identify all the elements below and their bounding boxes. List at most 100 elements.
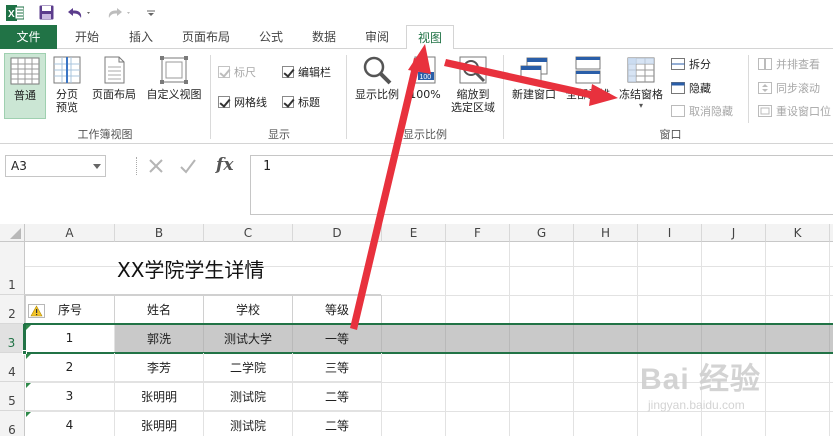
tab-review[interactable]: 审阅 [353,25,401,49]
column-header[interactable]: G [510,224,574,242]
tab-formulas[interactable]: 公式 [247,25,295,49]
zoom-label: 显示比例 [355,88,399,101]
select-all-corner[interactable] [0,224,25,242]
column-header[interactable]: H [574,224,638,242]
formula-bar-checkbox[interactable]: 编辑栏 [282,63,331,81]
zoom-button[interactable]: 显示比例 [350,53,404,119]
redo-icon[interactable] [104,3,134,22]
table-cell[interactable]: 4 [25,411,115,436]
row-header[interactable]: 4 [0,353,25,382]
name-box[interactable]: A3 [5,155,106,177]
row-header[interactable]: 5 [0,382,25,411]
column-header[interactable]: B [115,224,204,242]
custom-view-icon [159,55,189,85]
formula-buttons: fx [136,155,246,177]
table-cell[interactable]: 二等 [293,382,382,411]
row-header-selected[interactable]: 3 [0,324,25,353]
header-cell[interactable]: 等级 [292,295,382,324]
insert-function-icon[interactable]: fx [216,155,233,175]
table-cell[interactable]: 二等 [293,411,382,436]
view-side-by-side-label: 并排查看 [776,58,820,71]
name-box-value: A3 [11,159,27,173]
freeze-panes-label: 冻结窗格 [619,88,663,101]
formula-bar-label: 编辑栏 [298,66,331,79]
worksheet-grid[interactable]: A B C D E F G H I J K 1 2 3 4 5 6 XX学院学生… [0,224,833,436]
table-cell[interactable]: 李芳 [115,353,204,382]
selection-border [24,323,833,354]
headings-checkbox[interactable]: 标题 [282,93,320,111]
tab-insert[interactable]: 插入 [117,25,165,49]
zoom-to-selection-button[interactable]: 缩放到 选定区域 [446,53,500,119]
table-cell[interactable]: 二学院 [204,353,293,382]
view-side-by-side-button[interactable]: 并排查看 [758,55,820,73]
table-cell[interactable]: 测试院 [204,382,293,411]
page-layout-view-button[interactable]: 页面布局 [88,53,140,119]
ruler-check-icon [218,66,230,78]
excel-icon: X [4,3,26,22]
column-header[interactable]: A [25,224,115,242]
row-header[interactable]: 2 [0,295,25,324]
tab-home[interactable]: 开始 [63,25,111,49]
row-header[interactable]: 1 [0,242,25,295]
header-cell[interactable]: 姓名 [114,295,204,324]
table-cell[interactable]: 张明明 [115,382,204,411]
dropdown-arrow-icon: ▾ [638,101,643,110]
sync-scroll-button[interactable]: 同步滚动 [758,79,820,97]
new-window-button[interactable]: 新建窗口 [508,53,560,119]
tab-page-layout[interactable]: 页面布局 [171,25,241,49]
column-header[interactable]: E [382,224,446,242]
column-header[interactable]: I [638,224,702,242]
table-cell[interactable]: 3 [25,382,115,411]
gridlines-check-icon [218,96,230,108]
table-cell[interactable]: 测试院 [204,411,293,436]
tab-data[interactable]: 数据 [301,25,347,49]
tab-file[interactable]: 文件 [0,25,57,49]
warning-icon[interactable] [28,304,45,321]
arrange-all-button[interactable]: 全部重排 [562,53,614,119]
column-header[interactable]: F [446,224,510,242]
split-label: 拆分 [689,58,711,71]
freeze-panes-button[interactable]: 冻结窗格 ▾ [614,53,668,119]
formula-bar-check-icon [282,66,294,78]
cancel-icon[interactable] [146,156,166,179]
table-cell[interactable]: 张明明 [115,411,204,436]
split-button[interactable]: 拆分 [671,55,711,73]
header-cell[interactable]: 学校 [203,295,293,324]
window-group-label: 窗口 [659,128,682,141]
reset-position-icon [758,105,772,117]
column-header[interactable]: J [702,224,766,242]
formula-input[interactable]: 1 [250,155,833,215]
page-break-preview-button[interactable]: 分页 预览 [50,53,84,119]
show-group-label: 显示 [268,128,290,141]
chevron-down-icon[interactable] [93,164,101,169]
arrange-all-icon [573,55,603,85]
customize-icon[interactable] [144,3,158,22]
column-header[interactable]: D [293,224,382,242]
enter-check-icon[interactable] [178,156,198,179]
column-header[interactable]: K [766,224,830,242]
zoom-to-selection-icon [458,55,488,85]
gridlines-label: 网格线 [234,96,267,109]
normal-view-button[interactable]: 普通 [4,53,46,119]
column-header[interactable]: C [204,224,293,242]
row-header[interactable]: 6 [0,411,25,436]
zoom-100-icon: 100 [410,55,440,85]
save-icon[interactable] [36,3,56,22]
sheet-title-cell[interactable]: XX学院学生详情 [25,242,381,295]
table-cell[interactable]: 2 [25,353,115,382]
tab-view[interactable]: 视图 [406,25,454,50]
gridlines-checkbox[interactable]: 网格线 [218,93,267,111]
hide-button[interactable]: 隐藏 [671,79,711,97]
reset-window-position-button[interactable]: 重设窗口位 [758,102,831,120]
zoom-100-button[interactable]: 100 100% [406,53,444,119]
undo-icon[interactable] [64,3,94,22]
freeze-panes-icon [626,55,656,85]
custom-views-button[interactable]: 自定义视图 [142,53,206,119]
ruler-label: 标尺 [234,66,256,79]
table-cell[interactable]: 三等 [293,353,382,382]
split-icon [671,58,685,70]
quick-access-toolbar: X [0,0,833,25]
unhide-button[interactable]: 取消隐藏 [671,102,733,120]
ruler-checkbox[interactable]: 标尺 [218,63,256,81]
formula-bar-area: A3 fx 1 [0,144,833,224]
